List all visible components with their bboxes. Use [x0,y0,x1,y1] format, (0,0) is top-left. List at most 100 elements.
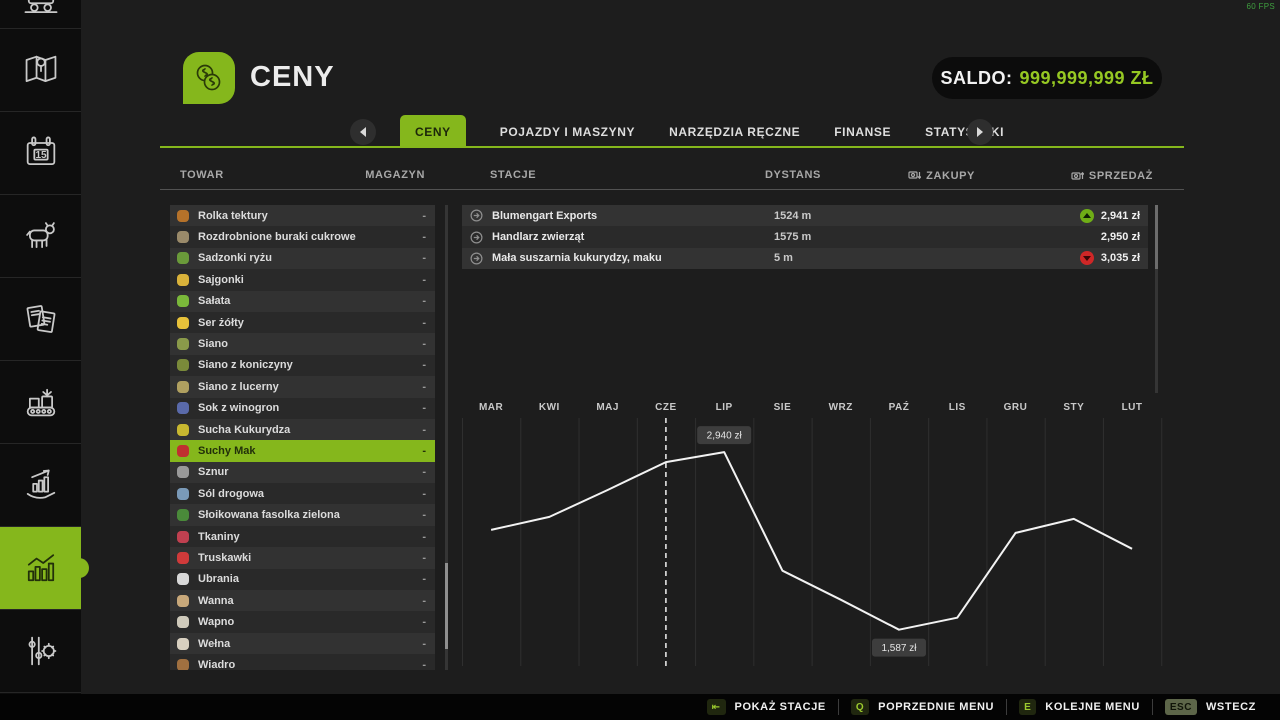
product-name: Słoikowana fasolka zielona [198,509,422,521]
product-name: Sajgonki [198,274,422,286]
product-icon [177,231,189,243]
sidebar-item-animals[interactable] [0,195,81,278]
product-storage-value: - [422,509,426,521]
column-header-stacje: STACJE [490,169,536,181]
sidebar-item-calendar[interactable]: 15 [0,112,81,195]
product-icon [177,274,189,286]
key-hint[interactable]: ⇤ POKAŻ STACJE [695,699,838,715]
product-row[interactable]: Tkaniny - [170,526,435,547]
svg-text:15: 15 [35,150,47,161]
price-chart[interactable]: MARKWIMAJCZELIPSIEWRZPAŹLISGRUSTYLUT2,94… [462,398,1180,669]
balance-label: SALDO: [940,68,1012,89]
product-row[interactable]: Wiadro - [170,654,435,670]
station-row[interactable]: Handlarz zwierząt 1575 m 2,950 zł [462,226,1148,247]
key-badge: Q [851,699,869,715]
product-row[interactable]: Wełna - [170,633,435,654]
product-icon [177,252,189,264]
product-icon [177,531,189,543]
sidebar: 15 [0,0,81,694]
product-row[interactable]: Sucha Kukurydza - [170,419,435,440]
product-list-scrollbar[interactable] [445,205,448,670]
product-row[interactable]: Siano z koniczyny - [170,355,435,376]
product-row[interactable]: Sałata - [170,291,435,312]
product-row[interactable]: Rozdrobnione buraki cukrowe - [170,226,435,247]
sidebar-item-contracts[interactable] [0,278,81,361]
sidebar-item-map[interactable] [0,29,81,112]
key-hint[interactable]: Q POPRZEDNIE MENU [838,699,1006,715]
product-row[interactable]: Ser żółty - [170,312,435,333]
product-row[interactable]: Wapno - [170,611,435,632]
product-icon [177,338,189,350]
tabs-prev-button[interactable] [350,119,376,145]
product-row[interactable]: Rolka tektury - [170,205,435,226]
column-header-zakupy: ZAKUPY [880,169,975,182]
sidebar-item-settings[interactable] [0,610,81,693]
sidebar-item-vehicles[interactable] [0,0,81,29]
product-icon [177,552,189,564]
product-row[interactable]: Truskawki - [170,547,435,568]
product-row[interactable]: Sznur - [170,462,435,483]
coins-icon [191,60,227,96]
product-icon [177,509,189,521]
tabs-next-button[interactable] [967,119,993,145]
sidebar-item-production[interactable] [0,361,81,444]
key-hint-label: KOLEJNE MENU [1045,701,1140,713]
tab-underline [160,146,1184,148]
sidebar-item-sales[interactable] [0,444,81,527]
product-icon [177,402,189,414]
station-price: 2,941 zł [1080,209,1140,223]
product-storage-value: - [422,295,426,307]
scrollbar-thumb[interactable] [445,563,448,649]
product-name: Sadzonki ryżu [198,252,422,264]
goto-station-icon [470,231,483,244]
station-list: Blumengart Exports 1524 m 2,941 zł Handl… [462,205,1148,269]
fps-counter: 60 FPS [1247,2,1275,11]
product-row[interactable]: Siano z lucerny - [170,376,435,397]
product-row[interactable]: Słoikowana fasolka zielona - [170,504,435,525]
product-icon [177,638,189,650]
product-row[interactable]: Sadzonki ryżu - [170,248,435,269]
product-row[interactable]: Suchy Mak - [170,440,435,461]
key-hint[interactable]: E KOLEJNE MENU [1006,699,1152,715]
sidebar-item-statistics[interactable] [0,527,81,610]
svg-text:LIP: LIP [716,402,733,413]
sell-icon [1071,169,1084,182]
product-name: Tkaniny [198,531,422,543]
product-storage-value: - [422,359,426,371]
product-icon [177,424,189,436]
product-icon [177,210,189,222]
product-name: Rolka tektury [198,210,422,222]
product-name: Siano [198,338,422,350]
tab-narz-dzia-r-czne[interactable]: NARZĘDZIA RĘCZNE [669,115,800,148]
tab-bar: CENY POJAZDY I MASZYNY NARZĘDZIA RĘCZNE FIN… [400,115,1004,148]
svg-text:GRU: GRU [1004,402,1028,413]
settings-icon [21,631,61,671]
station-list-scrollbar[interactable] [1155,205,1158,393]
key-hint-bar: ⇤ POKAŻ STACJE Q POPRZEDNIE MENU E KOLEJ… [0,694,1280,720]
station-row[interactable]: Mała suszarnia kukurydzy, maku 5 m 3,035… [462,248,1148,269]
product-row[interactable]: Wanna - [170,590,435,611]
product-row[interactable]: Siano - [170,333,435,354]
product-icon [177,381,189,393]
prices-screen: 15 [0,0,1280,720]
header-divider [160,189,1184,190]
product-row[interactable]: Ubrania - [170,569,435,590]
product-name: Sznur [198,466,422,478]
scrollbar-thumb[interactable] [1155,205,1158,269]
tab-pojazdy-i-maszyny[interactable]: POJAZDY I MASZYNY [500,115,635,148]
key-hint-label: WSTECZ [1206,701,1256,713]
tab-finanse[interactable]: FINANSE [834,115,891,148]
balance-display: SALDO: 999,999,999 ZŁ [932,57,1162,99]
product-storage-value: - [422,488,426,500]
product-row[interactable]: Sajgonki - [170,269,435,290]
product-row[interactable]: Sok z winogron - [170,398,435,419]
svg-text:PAŹ: PAŹ [889,400,910,413]
svg-text:CZE: CZE [655,402,677,413]
product-row[interactable]: Sól drogowa - [170,483,435,504]
key-hint[interactable]: ESC WSTECZ [1152,699,1268,715]
balance-value: 999,999,999 ZŁ [1019,68,1153,89]
svg-text:KWI: KWI [539,402,560,413]
product-storage-value: - [422,638,426,650]
tab-ceny[interactable]: CENY [400,115,466,148]
station-row[interactable]: Blumengart Exports 1524 m 2,941 zł [462,205,1148,226]
